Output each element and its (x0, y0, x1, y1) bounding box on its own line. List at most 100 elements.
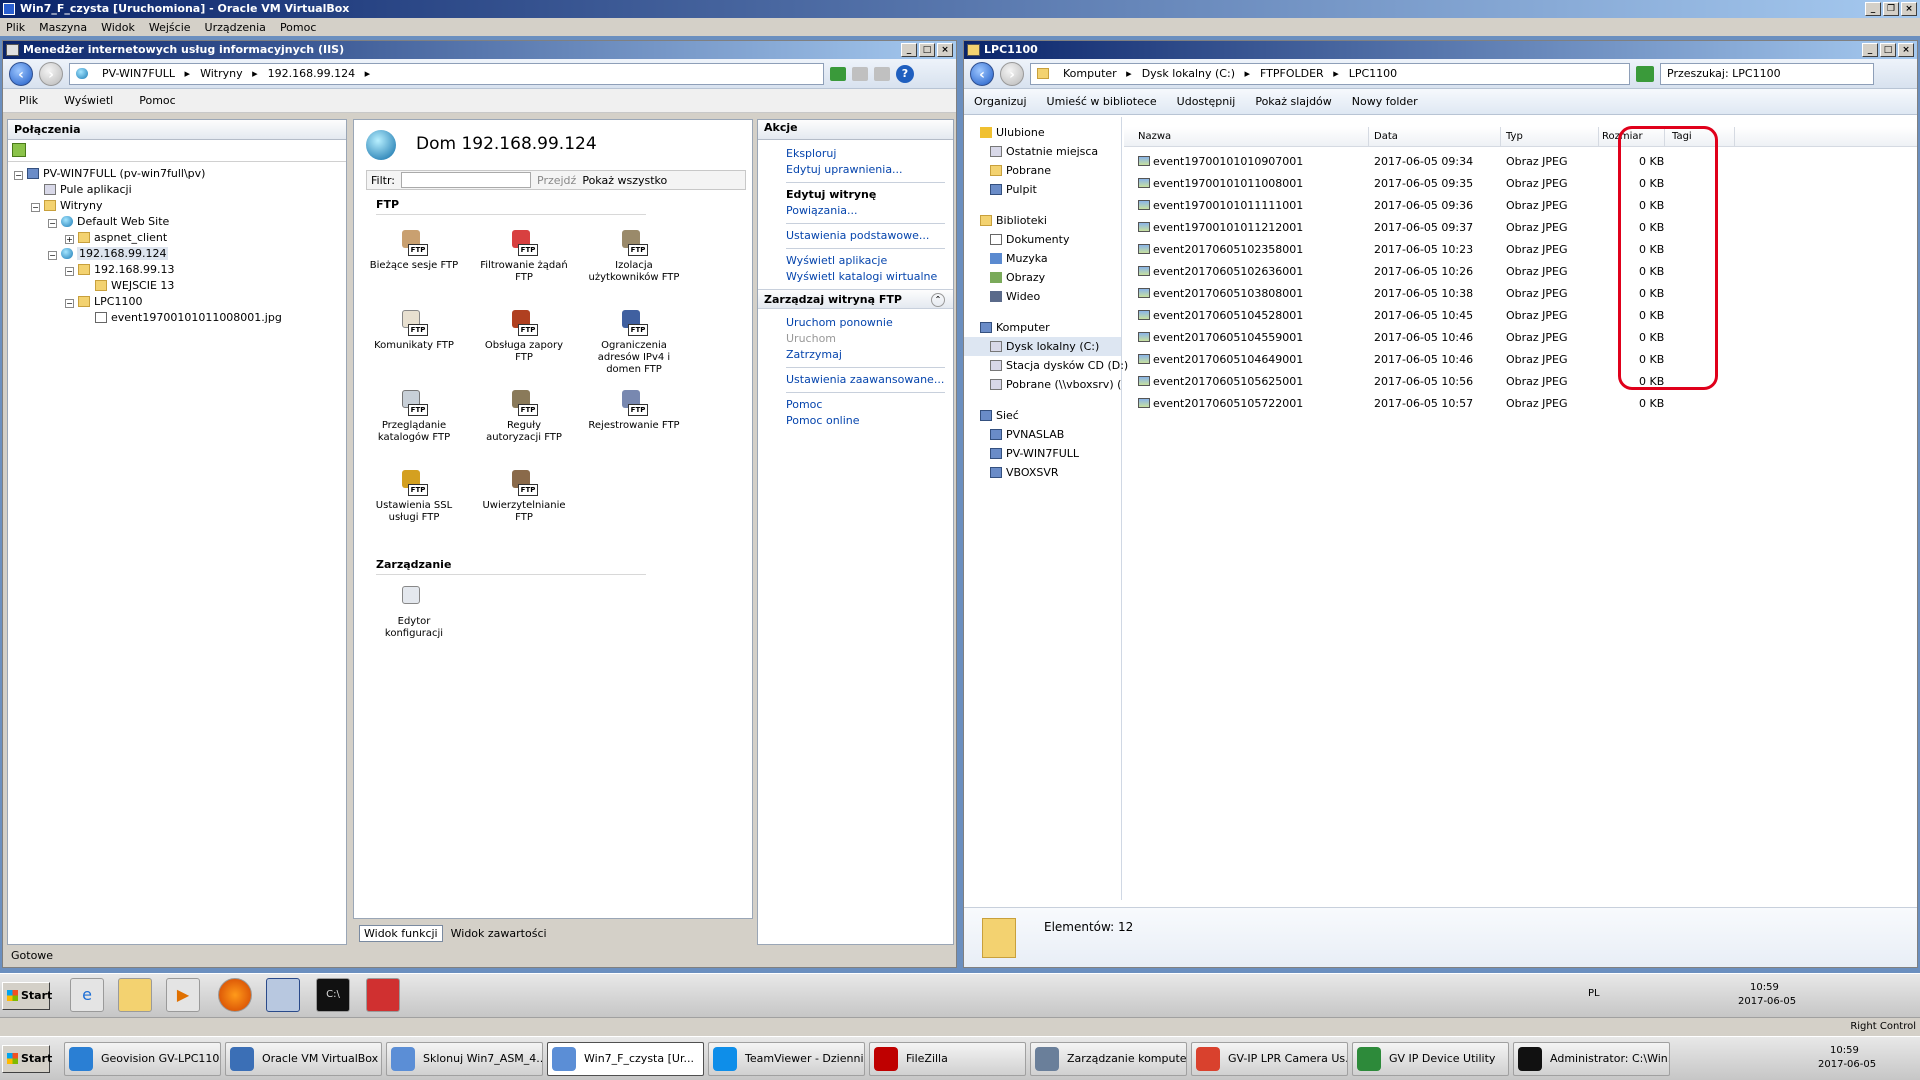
toolbox-icon[interactable] (366, 978, 400, 1012)
host-clock-date[interactable]: 2017-06-05 (1818, 1059, 1876, 1070)
explorer-maximize-button[interactable]: □ (1880, 43, 1896, 57)
file-row[interactable]: event20170605102358001 2017-06-05 10:23 Ob… (1124, 241, 1884, 259)
close-button[interactable]: × (1901, 2, 1917, 16)
stop-icon[interactable] (852, 66, 868, 81)
action-edit-permissions[interactable]: Edytuj uprawnienia... (786, 162, 945, 178)
search-input[interactable]: Przeszukaj: LPC1100 (1660, 62, 1874, 85)
nav-item-pictures[interactable]: Obrazy (964, 268, 1121, 287)
file-row[interactable]: event19700101011212001 2017-06-05 09:37 Ob… (1124, 219, 1884, 237)
file-row[interactable]: event19700101010907001 2017-06-05 09:34 Ob… (1124, 153, 1884, 171)
feature-current-sessions[interactable]: FTP Bieżące sesje FTP (368, 228, 460, 272)
nav-item-desktop[interactable]: Pulpit (964, 180, 1121, 199)
tree-item-wejscie[interactable]: WEJSCIE 13 (14, 278, 346, 294)
language-indicator[interactable]: PL (1588, 988, 1600, 999)
manage-ftp-header[interactable]: Zarządzaj witryną FTP ⌃ (758, 289, 953, 309)
ie-icon[interactable]: e (70, 978, 104, 1012)
menu-input[interactable]: Wejście (149, 21, 191, 34)
file-row[interactable]: event20170605105722001 2017-06-05 10:57 Ob… (1124, 395, 1884, 413)
restore-button[interactable]: ❐ (1883, 2, 1899, 16)
nav-item-documents[interactable]: Dokumenty (964, 230, 1121, 249)
collapse-icon[interactable]: ⌃ (931, 293, 945, 307)
action-advanced-settings[interactable]: Ustawienia zaawansowane... (786, 372, 945, 388)
connect-icon[interactable] (12, 143, 26, 157)
host-clock-time[interactable]: 10:59 (1830, 1045, 1859, 1056)
file-row[interactable]: event20170605104528001 2017-06-05 10:45 Ob… (1124, 307, 1884, 325)
nav-item-video[interactable]: Wideo (964, 287, 1121, 306)
action-restart[interactable]: Uruchom ponownie (786, 315, 945, 331)
tree-item-server[interactable]: − PV-WIN7FULL (pv-win7full\pv) (14, 166, 346, 182)
column-type[interactable]: Typ (1506, 131, 1523, 142)
crumb-ftpfolder[interactable]: FTPFOLDER (1260, 67, 1339, 80)
file-row[interactable]: event20170605104649001 2017-06-05 10:46 Ob… (1124, 351, 1884, 369)
explorer-back-button[interactable]: ‹ (970, 61, 994, 86)
explorer-icon[interactable] (118, 978, 152, 1012)
iis-menu-help[interactable]: Pomoc (139, 94, 175, 107)
forward-button[interactable]: › (39, 61, 63, 86)
minimize-button[interactable]: _ (1865, 2, 1881, 16)
menu-view[interactable]: Widok (101, 21, 135, 34)
breadcrumb-site[interactable]: 192.168.99.124 (268, 67, 371, 80)
guest-clock-date[interactable]: 2017-06-05 (1738, 996, 1796, 1007)
task-button[interactable]: Zarządzanie kompute... (1030, 1042, 1187, 1076)
cmd-icon[interactable]: C:\ (316, 978, 350, 1012)
task-button[interactable]: Geovision GV-LPC110... (64, 1042, 221, 1076)
filter-input[interactable] (401, 172, 531, 188)
tree-item-default-web-site[interactable]: − Default Web Site (14, 214, 346, 230)
new-folder-button[interactable]: Nowy folder (1352, 95, 1418, 108)
refresh-icon[interactable] (1636, 65, 1654, 82)
action-help[interactable]: Pomoc (786, 397, 945, 413)
feature-messages[interactable]: FTP Komunikaty FTP (368, 308, 460, 352)
tree-item-subfolder[interactable]: −192.168.99.13 (14, 262, 346, 278)
iis-minimize-button[interactable]: _ (901, 43, 917, 57)
nav-item-network[interactable]: Sieć (964, 406, 1121, 425)
help-icon[interactable]: ? (896, 64, 914, 83)
file-row[interactable]: event20170605105625001 2017-06-05 10:56 Ob… (1124, 373, 1884, 391)
file-row[interactable]: event19700101011008001 2017-06-05 09:35 Ob… (1124, 175, 1884, 193)
task-button[interactable]: Sklonuj Win7_ASM_4... (386, 1042, 543, 1076)
column-date[interactable]: Data (1374, 131, 1398, 142)
action-bindings[interactable]: Powiązania... (786, 203, 945, 219)
crumb-computer[interactable]: Komputer (1063, 67, 1132, 80)
nav-item-local-disk[interactable]: Dysk lokalny (C:) (964, 337, 1121, 356)
task-button[interactable]: Administrator: C:\Win... (1513, 1042, 1670, 1076)
host-start-button[interactable]: Start (2, 1045, 52, 1073)
feature-user-isolation[interactable]: FTP Izolacja użytkowników FTP (588, 228, 680, 284)
tree-item-file[interactable]: event19700101011008001.jpg (14, 310, 346, 326)
task-button[interactable]: TeamViewer - Dzienni... (708, 1042, 865, 1076)
nav-item-vboxsvr[interactable]: VBOXSVR (964, 463, 1121, 482)
include-in-library-button[interactable]: Umieść w bibliotece (1047, 95, 1157, 108)
crumb-lpc1100[interactable]: LPC1100 (1349, 67, 1397, 80)
file-row[interactable]: event20170605103808001 2017-06-05 10:38 Ob… (1124, 285, 1884, 303)
column-name[interactable]: Nazwa (1138, 131, 1171, 142)
explorer-forward-button[interactable]: › (1000, 61, 1024, 86)
task-button[interactable]: GV-IP LPR Camera Us... (1191, 1042, 1348, 1076)
nav-item-cd-drive[interactable]: Stacja dysków CD (D:) (964, 356, 1128, 375)
menu-file[interactable]: Plik (6, 21, 25, 34)
file-row[interactable]: event20170605102636001 2017-06-05 10:26 Ob… (1124, 263, 1884, 281)
iis-maximize-button[interactable]: □ (919, 43, 935, 57)
nav-item-pv-win7full[interactable]: PV-WIN7FULL (964, 444, 1121, 463)
action-basic-settings[interactable]: Ustawienia podstawowe... (786, 228, 945, 244)
organize-button[interactable]: Organizuj (974, 95, 1027, 108)
guest-clock-time[interactable]: 10:59 (1750, 982, 1779, 993)
nav-item-recent[interactable]: Ostatnie miejsca (964, 142, 1121, 161)
nav-item-computer[interactable]: Komputer (964, 318, 1121, 337)
tree-item-aspnet-client[interactable]: + aspnet_client (14, 230, 346, 246)
feature-authentication[interactable]: FTP Uwierzytelnianie FTP (478, 468, 570, 524)
task-button[interactable]: Oracle VM VirtualBox ... (225, 1042, 382, 1076)
feature-logging[interactable]: FTP Rejestrowanie FTP (588, 388, 680, 432)
explorer-close-button[interactable]: × (1898, 43, 1914, 57)
media-player-icon[interactable]: ▶ (166, 978, 200, 1012)
home-icon[interactable] (874, 66, 890, 81)
iis-close-button[interactable]: × (937, 43, 953, 57)
slideshow-button[interactable]: Pokaż slajdów (1255, 95, 1331, 108)
back-button[interactable]: ‹ (9, 61, 33, 86)
feature-directory-browsing[interactable]: FTP Przeglądanie katalogów FTP (368, 388, 460, 444)
task-button[interactable]: Win7_F_czysta [Ur... (547, 1042, 704, 1076)
action-stop[interactable]: Zatrzymaj (786, 347, 945, 363)
menu-machine[interactable]: Maszyna (39, 21, 87, 34)
tab-content-view[interactable]: Widok zawartości (447, 926, 551, 941)
crumb-drive[interactable]: Dysk lokalny (C:) (1142, 67, 1250, 80)
action-view-applications[interactable]: Wyświetl aplikacje (786, 253, 945, 269)
share-button[interactable]: Udostępnij (1177, 95, 1236, 108)
